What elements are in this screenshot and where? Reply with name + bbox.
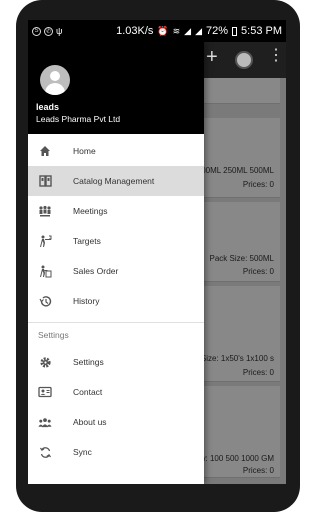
drawer-item-about-us[interactable]: About us: [28, 407, 204, 437]
card-pack-size: Size: 1x50's 1x100 s: [200, 354, 274, 363]
drawer-item-home[interactable]: Home: [28, 136, 204, 166]
profile-avatar-button[interactable]: [235, 51, 253, 69]
skype-icon: S: [32, 26, 41, 36]
card-pack-size: Pack Size: 500ML: [209, 254, 274, 263]
wifi-icon: ≋: [172, 25, 181, 36]
group-icon: [38, 415, 52, 429]
drawer-item-targets[interactable]: Targets: [28, 226, 204, 256]
usb-icon: ψ: [56, 26, 63, 36]
sales-order-icon: [38, 264, 52, 278]
status-bar: S ✆ ψ 1.03K/s ⏰ ≋ ◢ ◢ 72% 5:53 PM: [28, 20, 286, 42]
signal-icon: ◢: [184, 25, 192, 36]
drawer-item-label: History: [73, 296, 100, 306]
sync-icon: [38, 445, 52, 459]
drawer-item-label: Home: [73, 146, 96, 156]
home-icon: [38, 144, 52, 158]
card-prices: Prices: 0: [242, 466, 274, 475]
catalog-icon: [38, 174, 52, 188]
meetings-icon: [38, 204, 52, 218]
alarm-icon: ⏰: [157, 25, 169, 36]
drawer-item-label: Settings: [73, 357, 104, 367]
more-options-icon[interactable]: ⋮: [268, 48, 284, 64]
drawer-item-history[interactable]: History: [28, 286, 204, 316]
drawer-item-label: Contact: [73, 387, 103, 397]
user-name: leads: [36, 102, 60, 112]
drawer-item-meetings[interactable]: Meetings: [28, 196, 204, 226]
drawer-header: leads Leads Pharma Pvt Ltd: [28, 42, 204, 134]
targets-icon: [38, 234, 52, 248]
drawer-item-catalog-management[interactable]: Catalog Management: [28, 166, 204, 196]
card-pack-size: w: 100 500 1000 GM: [199, 454, 274, 463]
drawer-item-label: Meetings: [73, 206, 108, 216]
drawer-item-sync[interactable]: Sync: [28, 437, 204, 467]
signal-2-icon: ◢: [195, 25, 202, 36]
battery-percent: 72%: [206, 25, 229, 37]
card-prices: Prices: 0: [242, 368, 274, 377]
section-title: Settings: [38, 330, 69, 340]
card-pack-size: 00ML 250ML 500ML: [201, 166, 274, 175]
navigation-drawer: leads Leads Pharma Pvt Ltd Home Catalog …: [28, 42, 204, 484]
avatar[interactable]: [40, 65, 70, 95]
add-button[interactable]: +: [206, 46, 218, 69]
drawer-item-settings[interactable]: Settings: [28, 347, 204, 377]
drawer-item-label: Sync: [73, 447, 92, 457]
drawer-item-label: Catalog Management: [73, 176, 155, 186]
drawer-item-sales-order[interactable]: Sales Order: [28, 256, 204, 286]
clock: 5:53 PM: [241, 25, 282, 37]
gear-icon: [38, 355, 52, 369]
network-speed: 1.03K/s: [116, 25, 154, 37]
drawer-item-label: About us: [73, 417, 107, 427]
drawer-item-label: Targets: [73, 236, 101, 246]
battery-icon: [232, 26, 238, 36]
whatsapp-icon: ✆: [44, 26, 53, 36]
drawer-item-contact[interactable]: Contact: [28, 377, 204, 407]
drawer-item-label: Sales Order: [73, 266, 119, 276]
user-organization: Leads Pharma Pvt Ltd: [36, 114, 121, 124]
card-prices: Prices: 0: [242, 267, 274, 276]
contact-card-icon: [38, 385, 52, 399]
history-icon: [38, 294, 52, 308]
card-prices: Prices: 0: [242, 180, 274, 189]
screen: S ✆ ψ 1.03K/s ⏰ ≋ ◢ ◢ 72% 5:53 PM + ⋮ 00…: [28, 20, 286, 484]
